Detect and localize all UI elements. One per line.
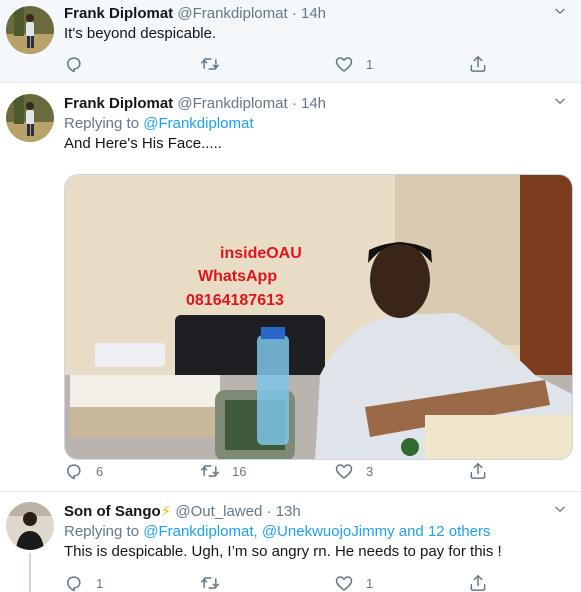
reply-button[interactable]: 6 [64,460,103,482]
timestamp[interactable]: 13h [276,503,301,520]
reply-icon [64,573,84,592]
like-icon [334,54,354,74]
chevron-down-icon[interactable] [553,502,567,516]
separator-dot: · [266,503,272,520]
tweet-actions: 6 16 3 [64,460,504,482]
tweet-content: Son of Sango⚡ @Out_lawed · 13h Replying … [64,502,573,562]
tweet-actions: 1 1 [64,572,504,592]
retweet-button[interactable] [200,572,232,592]
retweet-icon [200,573,220,592]
user-handle[interactable]: @Frankdiplomat [177,95,287,112]
tweet-header: Frank Diplomat @Frankdiplomat · 14h [64,94,573,114]
like-button[interactable]: 3 [334,460,373,482]
like-count: 3 [366,463,374,479]
tweet-header: Frank Diplomat @Frankdiplomat · 14h [64,4,573,24]
tweet-text: It's beyond despicable. [64,25,217,42]
tweet[interactable]: Son of Sango⚡ @Out_lawed · 13h Replying … [0,493,581,592]
retweet-count: 16 [232,463,247,479]
tweet-text: This is despicable. Ugh, I’m so angry rn… [64,543,502,560]
separator-dot: · [291,5,297,22]
like-icon [334,573,354,592]
like-icon [334,461,354,481]
user-handle[interactable]: @Frankdiplomat [177,5,287,22]
chevron-down-icon[interactable] [553,94,567,108]
retweet-icon [200,54,220,74]
display-name[interactable]: Frank Diplomat [64,5,173,22]
tweet-text: And Here's His Face..... [64,135,222,152]
retweet-button[interactable] [200,53,232,75]
retweet-button[interactable]: 16 [200,460,246,482]
overlay-line-1: insideOAU [220,245,302,262]
like-button[interactable]: 1 [334,53,373,75]
tweet-header: Son of Sango⚡ @Out_lawed · 13h [64,502,573,522]
replying-to-label: Replying to [64,523,140,540]
avatar[interactable] [6,6,54,54]
retweet-icon [200,461,220,481]
share-icon [468,54,488,74]
tweet-actions: 1 [64,53,504,75]
reply-count: 1 [96,575,104,591]
chevron-down-icon[interactable] [553,4,567,18]
separator-dot: · [291,95,297,112]
share-button[interactable] [468,572,500,592]
user-handle[interactable]: @Out_lawed [175,503,262,520]
timestamp[interactable]: 14h [301,5,326,22]
timestamp[interactable]: 14h [301,95,326,112]
share-button[interactable] [468,460,500,482]
replying-to-link[interactable]: @Frankdiplomat, @UnekwuojoJimmy and 12 o… [143,523,490,540]
like-button[interactable]: 1 [334,572,373,592]
replying-to: Replying to @Frankdiplomat, @UnekwuojoJi… [64,522,573,542]
reply-button[interactable] [64,53,96,75]
share-icon [468,573,488,592]
replying-to-link[interactable]: @Frankdiplomat [143,115,253,132]
overlay-line-2: WhatsApp [198,268,277,285]
share-icon [468,461,488,481]
overlay-line-3: 08164187613 [186,292,284,309]
display-name[interactable]: Frank Diplomat [64,95,173,112]
tweet-content: Frank Diplomat @Frankdiplomat · 14h Repl… [64,94,573,460]
like-count: 1 [366,575,374,591]
tweet-content: Frank Diplomat @Frankdiplomat · 14h It's… [64,4,573,44]
display-name[interactable]: Son of Sango [64,503,161,520]
like-count: 1 [366,56,374,72]
reply-icon [64,54,84,74]
tweet-image[interactable]: insideOAU WhatsApp 08164187613 [64,174,573,460]
thread-line [29,553,31,592]
lightning-icon: ⚡ [160,503,172,520]
replying-to-label: Replying to [64,115,140,132]
reply-count: 6 [96,463,104,479]
avatar[interactable] [6,502,54,550]
tweet[interactable]: Frank Diplomat @Frankdiplomat · 14h Repl… [0,84,581,492]
tweet[interactable]: Frank Diplomat @Frankdiplomat · 14h It's… [0,0,581,83]
reply-icon [64,461,84,481]
share-button[interactable] [468,53,500,75]
reply-button[interactable]: 1 [64,572,103,592]
replying-to: Replying to @Frankdiplomat [64,114,573,134]
avatar[interactable] [6,94,54,142]
